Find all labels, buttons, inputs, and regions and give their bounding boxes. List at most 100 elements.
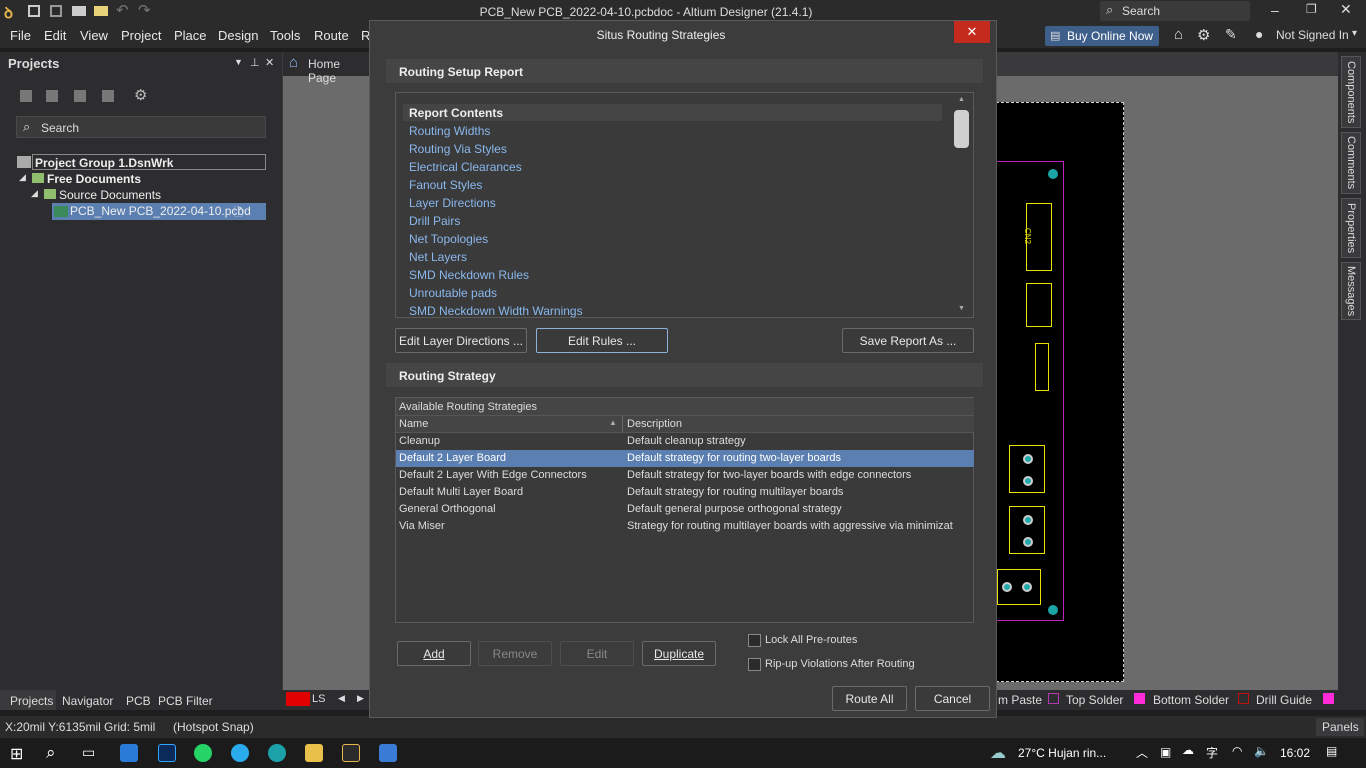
project-search-input[interactable]: ⌕ Search [16, 116, 266, 138]
input-method-icon[interactable]: 字 [1206, 744, 1218, 761]
undo-icon[interactable]: ↶ [116, 1, 129, 19]
folder-settings-icon[interactable] [102, 90, 114, 102]
remote-desktop-icon[interactable] [379, 744, 397, 762]
chevron-up-icon[interactable]: ︿ [1136, 744, 1148, 761]
expand-arrow-icon[interactable]: ◢ [19, 172, 26, 183]
wifi-icon[interactable]: ◠ [1232, 744, 1242, 758]
tree-item-free-documents[interactable]: Free Documents [47, 172, 141, 186]
panels-button[interactable]: Panels [1316, 718, 1364, 736]
home-icon[interactable]: ⌂ [1174, 26, 1183, 43]
edge-icon[interactable] [268, 744, 286, 762]
expand-arrow-icon[interactable]: ◢ [31, 188, 38, 199]
tab-navigator[interactable]: Navigator [62, 694, 113, 708]
chevron-down-icon[interactable]: ▾ [1352, 28, 1357, 39]
report-scrollbar-thumb[interactable] [954, 110, 969, 148]
windows-start-icon[interactable]: ⊞ [10, 744, 23, 764]
pin-icon[interactable]: ⊥ [250, 56, 260, 69]
maximize-icon[interactable]: ❐ [1306, 2, 1317, 16]
telegram-icon[interactable] [231, 744, 249, 762]
notification-center-icon[interactable]: ▤ [1326, 744, 1337, 758]
store-icon[interactable] [120, 744, 138, 762]
edit-layer-directions-button[interactable]: Edit Layer Directions ... [395, 328, 527, 353]
report-link-net-layers[interactable]: Net Layers [409, 250, 467, 264]
report-link-fanout-styles[interactable]: Fanout Styles [409, 178, 482, 192]
edit-button[interactable]: Edit [560, 641, 634, 666]
volume-icon[interactable]: 🔈 [1254, 744, 1269, 758]
add-button[interactable]: Add [397, 641, 471, 666]
tab-projects[interactable]: Projects [0, 690, 56, 710]
tab-components[interactable]: Components [1341, 56, 1361, 128]
tree-item-project-group[interactable]: Project Group 1.DsnWrk [32, 154, 266, 170]
pcb-board[interactable]: CN2 [996, 102, 1124, 682]
search-icon[interactable]: ⌕ [46, 743, 56, 763]
menu-place[interactable]: Place [174, 28, 207, 43]
scroll-up-icon[interactable]: ▲ [958, 96, 965, 103]
report-link-layer-directions[interactable]: Layer Directions [409, 196, 496, 210]
save-report-button[interactable]: Save Report As ... [842, 328, 974, 353]
altium-icon[interactable] [342, 744, 360, 762]
scroll-left-icon[interactable]: ◀ [338, 693, 345, 704]
save-project-icon[interactable] [20, 90, 32, 102]
tab-comments[interactable]: Comments [1341, 132, 1361, 194]
table-row[interactable]: Default 2 Layer With Edge Connectors Defa… [396, 467, 974, 484]
layer-tab-paste[interactable]: m Paste [998, 693, 1042, 707]
photoshop-icon[interactable] [158, 744, 176, 762]
tab-messages[interactable]: Messages [1341, 262, 1361, 320]
notifications-icon[interactable]: ✎ [1225, 26, 1237, 43]
weather-text[interactable]: 27°C Hujan rin... [1018, 746, 1106, 760]
tab-properties[interactable]: Properties [1341, 198, 1361, 258]
table-row[interactable]: Default Multi Layer Board Default strateg… [396, 484, 974, 501]
table-row[interactable]: General Orthogonal Default general purpos… [396, 501, 974, 518]
menu-view[interactable]: View [80, 28, 108, 43]
file-explorer-icon[interactable] [305, 744, 323, 762]
scroll-right-icon[interactable]: ▶ [357, 693, 364, 704]
close-icon[interactable]: ✕ [954, 21, 990, 43]
report-contents-box[interactable]: Report Contents Routing Widths Routing V… [395, 92, 974, 318]
ripup-violations-checkbox[interactable] [748, 658, 761, 671]
whatsapp-icon[interactable] [194, 744, 212, 762]
buy-online-button[interactable]: ▤ Buy Online Now [1045, 26, 1159, 46]
cancel-button[interactable]: Cancel [915, 686, 990, 711]
minimize-icon[interactable]: – [1271, 2, 1279, 18]
tree-item-source-documents[interactable]: Source Documents [59, 188, 161, 202]
table-row-selected[interactable]: Default 2 Layer Board Default strategy fo… [396, 450, 974, 467]
report-link-neckdown-warnings[interactable]: SMD Neckdown Width Warnings [409, 304, 583, 318]
edit-rules-button[interactable]: Edit Rules ... [536, 328, 668, 353]
user-status[interactable]: Not Signed In [1276, 28, 1349, 42]
folder-icon[interactable] [94, 6, 108, 16]
tree-item-pcb-doc[interactable]: PCB_New PCB_2022-04-10.pcbd 🗋 [52, 203, 266, 220]
tab-pcb-filter[interactable]: PCB Filter [158, 694, 213, 708]
layer-set-button[interactable]: LS [312, 693, 325, 705]
onedrive-icon[interactable]: ☁ [1182, 743, 1194, 757]
column-header-name[interactable]: Name [399, 418, 428, 430]
compile-icon[interactable] [74, 90, 86, 102]
close-panel-icon[interactable]: ✕ [265, 56, 274, 69]
scroll-down-icon[interactable]: ▼ [958, 305, 965, 312]
save-all-icon[interactable] [50, 5, 62, 17]
tab-home-page[interactable]: ⌂ Home Page [283, 52, 369, 85]
close-window-icon[interactable]: ✕ [1340, 1, 1352, 18]
gear-icon[interactable]: ⚙ [1197, 26, 1210, 44]
lock-pre-routes-checkbox[interactable] [748, 634, 761, 647]
layer-tab-drill-guide[interactable]: Drill Guide [1256, 693, 1312, 707]
duplicate-button[interactable]: Duplicate [642, 641, 716, 666]
route-all-button[interactable]: Route All [832, 686, 907, 711]
menu-route[interactable]: Route [314, 28, 349, 43]
report-link-drill-pairs[interactable]: Drill Pairs [409, 214, 460, 228]
redo-icon[interactable]: ↷ [138, 1, 151, 19]
menu-file[interactable]: File [10, 28, 31, 43]
layer-tab-top-solder[interactable]: Top Solder [1066, 693, 1123, 707]
global-search[interactable]: ⌕ Search [1100, 1, 1250, 21]
column-divider[interactable] [622, 416, 623, 433]
open-icon[interactable] [72, 6, 86, 16]
layer-tab-bottom-solder[interactable]: Bottom Solder [1153, 693, 1229, 707]
report-link-routing-widths[interactable]: Routing Widths [409, 124, 490, 138]
menu-project[interactable]: Project [121, 28, 161, 43]
menu-edit[interactable]: Edit [44, 28, 66, 43]
report-link-clearances[interactable]: Electrical Clearances [409, 160, 522, 174]
meet-now-icon[interactable]: ▣ [1160, 745, 1171, 759]
menu-tools[interactable]: Tools [270, 28, 300, 43]
menu-design[interactable]: Design [218, 28, 258, 43]
column-header-description[interactable]: Description [627, 418, 682, 430]
table-row[interactable]: Via Miser Strategy for routing multilayer… [396, 518, 974, 535]
